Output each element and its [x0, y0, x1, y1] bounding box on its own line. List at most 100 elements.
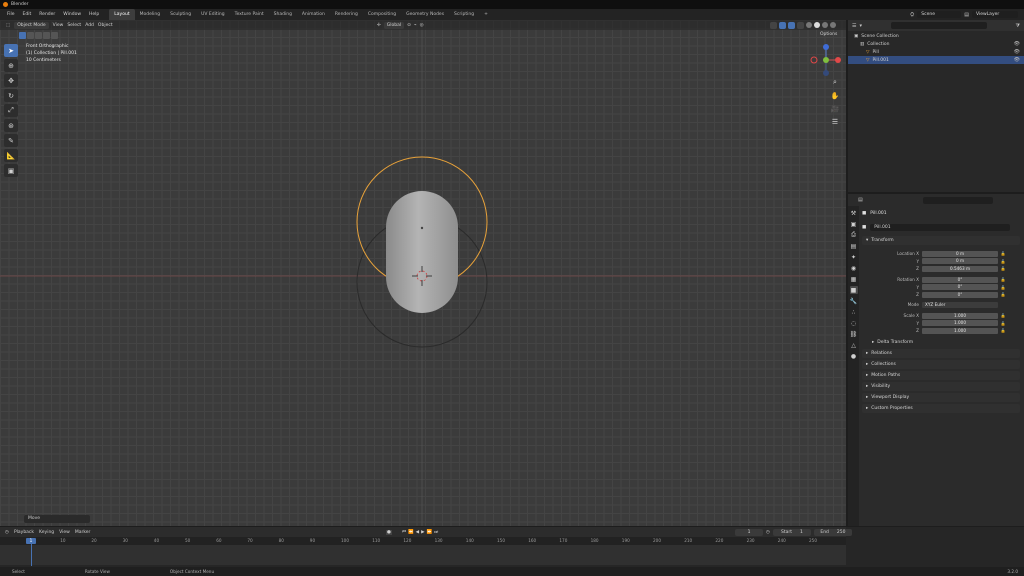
menu-file[interactable]: File: [3, 12, 19, 17]
3d-viewport[interactable]: [0, 20, 846, 526]
outliner-item[interactable]: ▽ Pill.001 👁: [848, 56, 1024, 64]
jump-key-back-icon[interactable]: ⏪: [408, 530, 414, 535]
outliner-search-input[interactable]: [891, 22, 987, 29]
view-layer-field[interactable]: ViewLayer: [972, 11, 1018, 18]
timeline-editor-icon[interactable]: ◷: [5, 530, 9, 535]
visibility-icon[interactable]: [770, 21, 777, 29]
move-tool-icon[interactable]: ✥: [4, 74, 18, 87]
rotation-value-field[interactable]: 0°: [922, 284, 998, 290]
snap-icon[interactable]: ⌁: [414, 23, 417, 28]
end-frame-field[interactable]: End 250: [813, 528, 852, 536]
tab-workspace-animation[interactable]: Animation: [297, 9, 330, 20]
material-shading-icon[interactable]: [822, 22, 828, 28]
tab-workspace-sculpting[interactable]: Sculpting: [165, 9, 196, 20]
zoom-icon[interactable]: ⌕: [830, 78, 840, 87]
tab-workspace-texture-paint[interactable]: Texture Paint: [230, 9, 269, 20]
section-delta-transform[interactable]: ▸ Delta Transform: [862, 338, 1020, 347]
lock-icon[interactable]: 🔓: [998, 251, 1008, 256]
outliner-item[interactable]: ▽ Pill 👁: [848, 48, 1024, 56]
add-cube-tool-icon[interactable]: ▣: [4, 164, 18, 177]
timeline-track-area[interactable]: [0, 545, 846, 565]
pivot-icon[interactable]: ⊙: [407, 23, 411, 28]
lock-icon[interactable]: 🔓: [998, 277, 1008, 282]
lock-icon[interactable]: 🔓: [998, 328, 1008, 333]
marker-menu[interactable]: Marker: [75, 530, 91, 535]
object-menu[interactable]: Object: [98, 23, 113, 28]
lock-icon[interactable]: 🔓: [998, 292, 1008, 297]
play-reverse-icon[interactable]: ◀: [416, 530, 419, 535]
select-extend-icon[interactable]: [27, 32, 34, 39]
world-tab-icon[interactable]: ◉: [850, 264, 858, 272]
constraints-tab-icon[interactable]: ⛓: [850, 330, 858, 338]
data-tab-icon[interactable]: △: [850, 341, 858, 349]
tab-workspace-scripting[interactable]: Scripting: [449, 9, 479, 20]
navigation-gizmo[interactable]: [806, 40, 842, 80]
tab-workspace-compositing[interactable]: Compositing: [363, 9, 401, 20]
lock-icon[interactable]: 🔓: [998, 321, 1008, 326]
tool-tab-icon[interactable]: ⚒: [850, 209, 858, 217]
outliner-item[interactable]: ▣ Scene Collection: [848, 32, 1024, 40]
tab-workspace-rendering[interactable]: Rendering: [330, 9, 363, 20]
display-mode-icon[interactable]: ▾: [859, 23, 862, 29]
modifier-tab-icon[interactable]: 🔧: [850, 297, 858, 305]
scene-field[interactable]: Scene: [917, 11, 962, 18]
collection-tab-icon[interactable]: ▦: [850, 275, 858, 283]
lock-icon[interactable]: 🔓: [998, 259, 1008, 264]
camera-view-icon[interactable]: 🎥: [830, 104, 840, 113]
proportional-icon[interactable]: ◎: [420, 23, 424, 28]
jump-key-forward-icon[interactable]: ⏩: [427, 530, 433, 535]
options-dropdown[interactable]: Options: [820, 32, 837, 37]
scale-value-field[interactable]: 1.000: [922, 327, 998, 334]
filter-icon[interactable]: ⧩: [1016, 23, 1024, 29]
section-custom-properties[interactable]: ▸ Custom Properties: [862, 404, 1020, 413]
toggle-ortho-icon[interactable]: ☰: [830, 117, 840, 126]
location-value-field[interactable]: 0.5463 m: [922, 265, 998, 272]
select-invert-icon[interactable]: [43, 32, 50, 39]
rotate-tool-icon[interactable]: ↻: [4, 89, 18, 102]
scale-value-field[interactable]: 1.000: [922, 312, 998, 319]
object-name-field[interactable]: Pill.001: [870, 223, 1011, 231]
section-viewport-display[interactable]: ▸ Viewport Display: [862, 393, 1020, 402]
object-tab-icon[interactable]: ■: [849, 286, 858, 294]
rotation-mode-dropdown[interactable]: XYZ Euler: [922, 301, 998, 308]
add-menu[interactable]: Add: [85, 23, 94, 28]
render-tab-icon[interactable]: ▣: [850, 220, 858, 228]
select-subtract-icon[interactable]: [35, 32, 42, 39]
playhead-frame-indicator[interactable]: 1: [26, 538, 36, 544]
physics-tab-icon[interactable]: ◌: [850, 319, 858, 327]
transform-section-header[interactable]: ▾ Transform: [862, 236, 1020, 245]
menu-help[interactable]: Help: [85, 12, 103, 17]
view-layer-tab-icon[interactable]: ▤: [850, 242, 858, 250]
tab-workspace-shading[interactable]: Shading: [269, 9, 297, 20]
cursor-tool-icon[interactable]: ⊕: [4, 59, 18, 72]
particles-tab-icon[interactable]: ∴: [850, 308, 858, 316]
section-visibility[interactable]: ▸ Visibility: [862, 382, 1020, 391]
annotate-tool-icon[interactable]: ✎: [4, 134, 18, 147]
transform-tool-icon[interactable]: ⊛: [4, 119, 18, 132]
lock-icon[interactable]: 🔓: [998, 266, 1008, 271]
menu-edit[interactable]: Edit: [19, 12, 36, 17]
transform-orientation-dropdown[interactable]: Global: [383, 21, 405, 29]
tab-workspace--[interactable]: +: [479, 9, 493, 20]
solid-shading-icon[interactable]: [814, 22, 820, 28]
view-menu[interactable]: View: [53, 23, 64, 28]
properties-search-input[interactable]: [922, 196, 993, 204]
start-frame-field[interactable]: Start 1: [772, 528, 811, 536]
scene-tab-icon[interactable]: ✦: [850, 253, 858, 261]
visibility-eye-icon[interactable]: 👁: [1014, 41, 1020, 47]
material-tab-icon[interactable]: ●: [850, 352, 858, 360]
outliner-item[interactable]: ▥ Collection 👁: [848, 40, 1024, 48]
editor-type-icon[interactable]: ⬚: [6, 23, 10, 28]
rotation-value-field[interactable]: 0°: [922, 291, 998, 298]
jump-end-icon[interactable]: ⏭: [434, 529, 438, 535]
playback-menu[interactable]: Playback: [14, 530, 34, 535]
overlay-toggle-icon[interactable]: [788, 21, 795, 29]
menu-window[interactable]: Window: [59, 12, 85, 17]
xray-toggle-icon[interactable]: [797, 21, 804, 29]
outliner-editor-icon[interactable]: ☰: [852, 23, 856, 29]
lock-icon[interactable]: 🔓: [998, 313, 1008, 318]
location-value-field[interactable]: 0 m: [922, 258, 998, 264]
tab-workspace-layout[interactable]: Layout: [109, 9, 135, 20]
scale-tool-icon[interactable]: ⤢: [4, 104, 18, 117]
current-frame-field[interactable]: 1: [735, 528, 763, 536]
